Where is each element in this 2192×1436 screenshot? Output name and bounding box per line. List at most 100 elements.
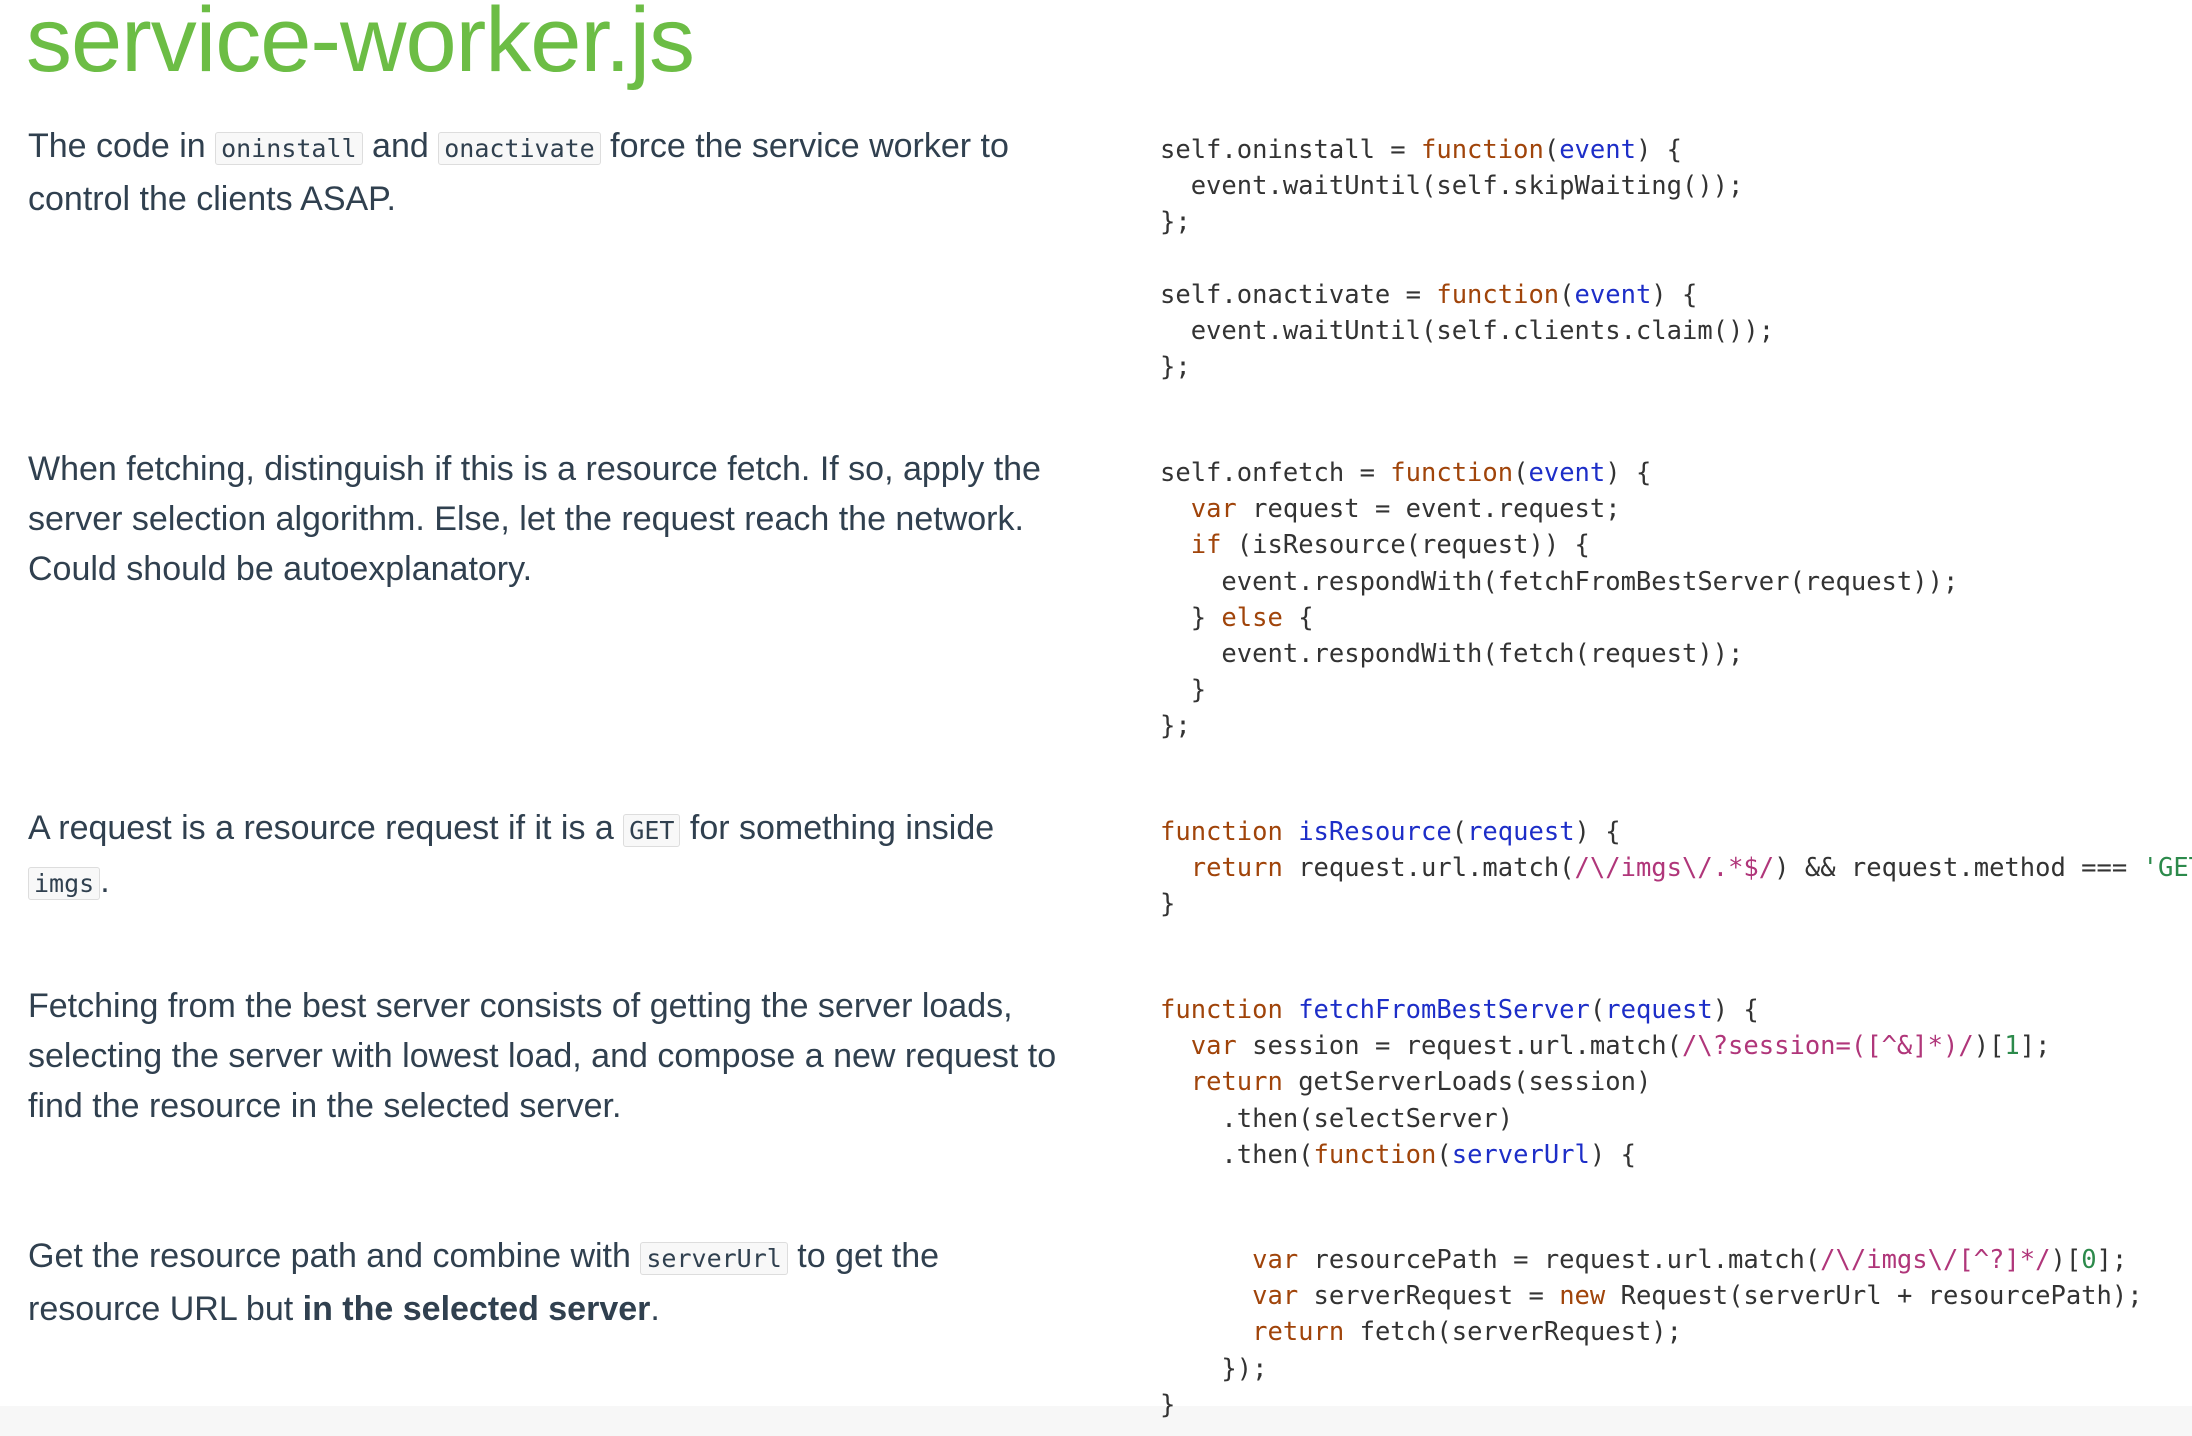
code-line: event.respondWith(fetch(request)); [1160, 639, 1743, 669]
keyword-token: return [1252, 1317, 1345, 1348]
keyword-token: else [1221, 602, 1283, 633]
code-token: ( [1559, 279, 1575, 310]
code-token: )[ [2050, 1245, 2082, 1275]
inline-code: serverUrl [640, 1242, 788, 1275]
code-token: ) { [1574, 817, 1621, 847]
code-line: return getServerLoads(session) [1160, 1067, 1652, 1098]
code-line: var resourcePath = request.url.match(/\/… [1160, 1245, 2127, 1275]
code-line: return request.url.match(/\/imgs\/.*$/) … [1160, 853, 2192, 883]
code-token: ) { [1635, 135, 1683, 165]
code-line: self.onfetch = function(event) { [1160, 458, 1651, 488]
code-line: self.oninstall = function(event) { [1160, 135, 1682, 165]
section-3-description: A request is a resource request if it is… [28, 803, 1068, 909]
keyword-token: return [1190, 853, 1283, 884]
code-token: ( [1589, 995, 1606, 1025]
identifier-token: event [1528, 458, 1606, 488]
section-1-code: self.oninstall = function(event) { event… [1160, 132, 1774, 385]
keyword-token: function [1436, 279, 1560, 310]
code-token: { [1282, 602, 1314, 633]
prose-text: A request is a resource request if it is… [28, 809, 624, 847]
prose-text: and [362, 127, 439, 165]
code-line: event.waitUntil(self.skipWaiting()); [1160, 171, 1744, 202]
keyword-token: return [1190, 1067, 1283, 1098]
code-token: .then(selectServer) [1160, 1103, 1514, 1134]
code-token: } [1160, 602, 1222, 633]
code-line: } else { [1160, 603, 1314, 633]
keyword-token: var [1190, 494, 1237, 525]
code-line: } [1160, 889, 1175, 919]
code-token: }); [1160, 1353, 1268, 1384]
keyword-token: function [1390, 458, 1514, 488]
code-token: fetch(serverRequest); [1344, 1317, 1683, 1348]
code-line: }); [1160, 1354, 1267, 1384]
code-token: self.onfetch = [1160, 458, 1391, 488]
code-token: }; [1160, 352, 1191, 383]
code-token: event.waitUntil(self.skipWaiting()); [1160, 171, 1744, 202]
section-4-code: function fetchFromBestServer(request) { … [1160, 992, 2051, 1173]
code-line: var request = event.request; [1160, 494, 1621, 524]
emphasis-text: in the selected server [302, 1290, 651, 1328]
number-token: 0 [2081, 1245, 2097, 1275]
prose-text: The code in [28, 127, 216, 165]
section-1-description: The code in oninstall and onactivate for… [28, 121, 1068, 224]
prose-text: Get the resource path and combine with [28, 1237, 641, 1275]
prose-text: Fetching from the best server consists o… [28, 987, 1057, 1125]
identifier-token: isResource [1298, 817, 1452, 847]
string-token: 'GET' [2142, 853, 2192, 884]
code-token: serverRequest = [1298, 1281, 1560, 1312]
code-token: event.respondWith(fetch(request)); [1160, 639, 1744, 670]
code-token: resourcePath = request.url.match( [1298, 1245, 1821, 1275]
code-line: var serverRequest = new Request(serverUr… [1160, 1281, 2142, 1312]
code-token: self.oninstall = [1160, 135, 1421, 165]
identifier-token: request [1605, 995, 1713, 1025]
code-token: event.waitUntil(self.clients.claim()); [1160, 316, 1775, 347]
section-4-description: Fetching from the best server consists o… [28, 981, 1068, 1131]
keyword-token: var [1252, 1281, 1299, 1312]
code-token: ) { [1651, 279, 1698, 310]
keyword-token: var [1190, 1031, 1237, 1062]
regex-token: /\/imgs\/[^?]*/ [1820, 1245, 2051, 1275]
code-token: session = request.url.match( [1236, 1031, 1682, 1062]
code-token: event.respondWith(fetchFromBestServer(re… [1160, 566, 1959, 597]
code-line: .then(function(serverUrl) { [1160, 1140, 1636, 1170]
identifier-token: event [1574, 279, 1652, 310]
keyword-token: if [1190, 530, 1222, 561]
identifier-token: fetchFromBestServer [1298, 995, 1590, 1025]
keyword-token: var [1252, 1245, 1299, 1275]
code-line: if (isResource(request)) { [1160, 530, 1590, 560]
prose-text: . [100, 862, 110, 900]
code-token: ( [1543, 135, 1560, 165]
code-token: ) { [1589, 1139, 1636, 1170]
code-line: } [1160, 675, 1206, 705]
code-line: var session = request.url.match(/\?sessi… [1160, 1031, 2051, 1061]
code-line: self.onactivate = function(event) { [1160, 280, 1697, 310]
keyword-token: function [1313, 1139, 1437, 1170]
code-line: } [1160, 1390, 1175, 1420]
keyword-token: function [1160, 817, 1283, 847]
keyword-token: function [1421, 135, 1544, 165]
code-token: ]; [2096, 1245, 2128, 1275]
code-token: getServerLoads(session) [1282, 1067, 1652, 1098]
section-3-code: function isResource(request) { return re… [1160, 814, 2192, 923]
prose-text: When fetching, distinguish if this is a … [28, 450, 1041, 588]
section-5-description: Get the resource path and combine with s… [28, 1231, 1068, 1334]
code-token: self.onactivate = [1160, 279, 1437, 310]
prose-text: for something inside [680, 809, 995, 847]
code-token: )[ [1973, 1031, 2005, 1062]
code-token: request = event.request; [1236, 494, 1621, 525]
code-token: ) { [1605, 458, 1652, 488]
code-token: }; [1160, 207, 1191, 238]
inline-code: onactivate [438, 132, 601, 165]
code-token: ]; [2019, 1031, 2051, 1062]
page-title: service-worker.js [26, 0, 695, 91]
code-line: }; [1160, 207, 1191, 237]
